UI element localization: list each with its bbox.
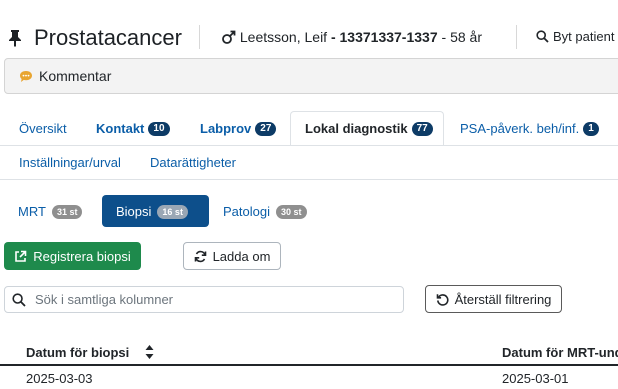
subtab-label: Biopsi [116,204,152,219]
tab-lokal-diagnostik[interactable]: Lokal diagnostik 77 [305,121,433,136]
search-input[interactable] [35,292,375,307]
column-header-label: Datum för MRT-und [502,345,618,360]
tab-label: Labprov [200,121,252,136]
count-badge: 31 st [51,204,83,219]
subtab-patologi[interactable]: Patologi 30 st [223,204,307,219]
tab-oversikt[interactable]: Översikt [19,121,67,136]
comment-toggle[interactable]: Kommentar [19,68,111,84]
sort-icon[interactable] [145,345,154,359]
reload-label: Ladda om [212,248,271,264]
tab-label: PSA-påverk. beh/inf. [460,121,580,136]
undo-icon [436,293,449,306]
subtab-biopsi-content[interactable]: Biopsi 16 st [116,204,188,219]
comment-label: Kommentar [39,68,112,84]
table-cell: 2025-03-03 [26,371,93,386]
search-icon [12,292,26,307]
patient-age: 58 år [450,29,482,45]
external-link-icon [14,250,27,263]
count-badge: 10 [148,121,170,136]
tab-label: Inställningar/urval [19,155,121,170]
register-biopsy-label: Registrera biopsi [33,248,131,264]
table-cell: 2025-03-01 [502,371,569,386]
patient-dash: - [330,29,336,45]
count-badge: 16 st [157,204,188,219]
tab-label: Översikt [19,121,67,136]
change-patient-button[interactable]: Byt patient [536,29,614,44]
register-biopsy-button[interactable]: Registrera biopsi [4,242,141,270]
search-icon [536,30,549,43]
reset-filter-button[interactable]: Återställ filtrering [425,285,562,313]
comment-icon [19,70,33,83]
header-divider [199,25,200,49]
subtab-label: Patologi [223,204,270,219]
refresh-icon [194,250,207,263]
tab-datarattigheter[interactable]: Datarättigheter [150,155,236,170]
patient-id: 13371337-1337 [339,29,438,45]
tab-label: Datarättigheter [150,155,236,170]
count-badge: 30 st [275,204,307,219]
patient-info: Leetsson, Leif - 13371337-1337 - 58 år [222,29,482,45]
patient-dash: - [441,29,447,45]
subtab-label: MRT [18,204,46,219]
reset-filter-label: Återställ filtrering [454,291,552,307]
tab-labprov[interactable]: Labprov 27 [200,121,277,136]
tab-psa-paverk[interactable]: PSA-påverk. beh/inf. 1 [460,121,599,136]
reload-button[interactable]: Ladda om [183,242,281,270]
tab-label: Kontakt [96,121,145,136]
subtab-mrt[interactable]: MRT 31 st [18,204,83,219]
count-badge: 1 [583,121,599,136]
patient-name: Leetsson, Leif [239,29,328,45]
tab-installningar[interactable]: Inställningar/urval [19,155,121,170]
header-divider [516,25,517,49]
tab-kontakt[interactable]: Kontakt 10 [96,121,170,136]
column-header-datum-mrt[interactable]: Datum för MRT-und [502,345,618,360]
column-header-label: Datum för biopsi [26,345,130,360]
search-field[interactable] [4,286,404,313]
count-badge: 27 [255,121,277,136]
column-header-datum-biopsi[interactable]: Datum för biopsi [26,345,129,360]
male-icon [222,30,236,44]
tab-divider [0,179,618,180]
page-title: Prostatacancer [34,25,182,50]
pin-icon [8,29,22,47]
change-patient-label: Byt patient [553,29,615,44]
tab-label: Lokal diagnostik [305,121,408,136]
table-header-divider [0,364,618,366]
count-badge: 77 [411,121,433,136]
tab-divider [0,145,618,146]
